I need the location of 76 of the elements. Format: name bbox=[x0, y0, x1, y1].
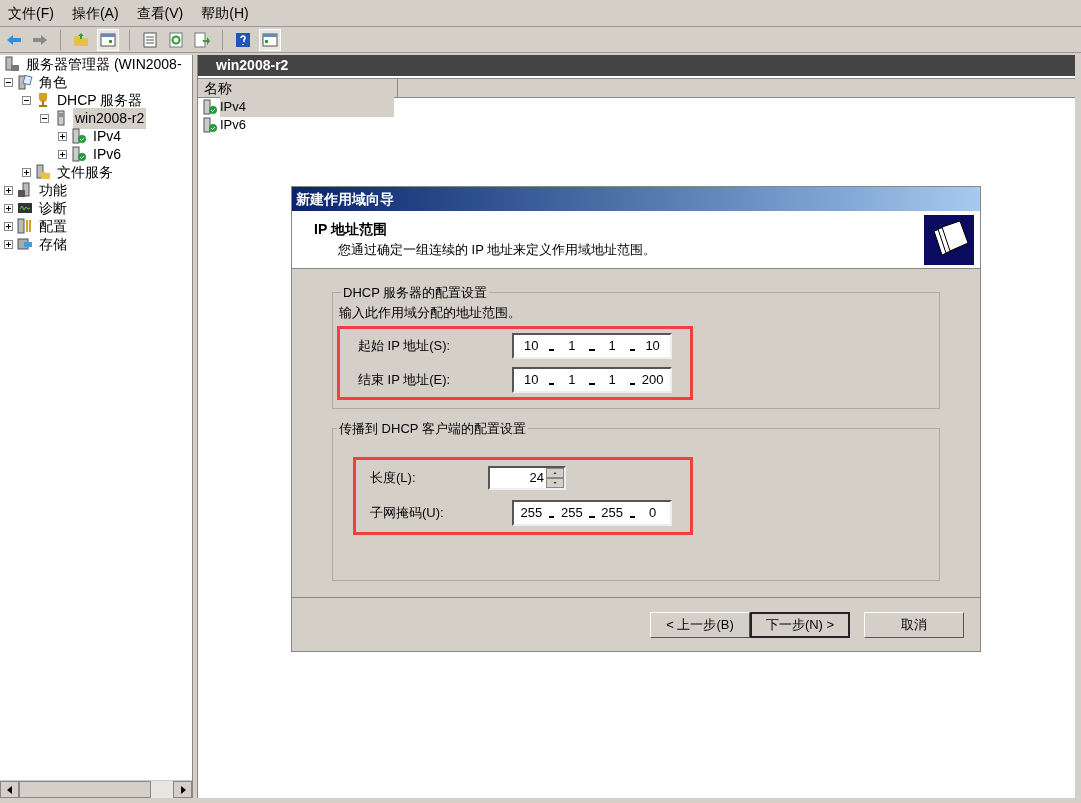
storage-drive-icon bbox=[17, 236, 33, 252]
menu-item[interactable]: 操作(A) bbox=[71, 2, 119, 24]
ip-octet[interactable]: 0 bbox=[639, 502, 666, 523]
expand-icon[interactable] bbox=[4, 203, 13, 213]
server-tools-icon bbox=[17, 218, 33, 234]
page-heading: IP 地址范围 bbox=[314, 220, 388, 240]
expand-icon[interactable] bbox=[4, 185, 13, 195]
expand-icon[interactable] bbox=[58, 149, 67, 159]
ip-octet[interactable]: 1 bbox=[558, 370, 586, 390]
field-label: 结束 IP 地址(E): bbox=[358, 371, 451, 390]
page-description: 您通过确定一组连续的 IP 地址来定义作用域地址范围。 bbox=[337, 241, 657, 260]
toolbar-separator bbox=[222, 29, 223, 50]
ip-octet[interactable]: 10 bbox=[518, 336, 545, 356]
collapse-icon[interactable] bbox=[22, 95, 31, 105]
toolbar-separator bbox=[129, 29, 130, 50]
wizard-button[interactable]: < 上一步(B) bbox=[650, 611, 750, 638]
folders-icon bbox=[924, 214, 974, 265]
wizard-button[interactable]: 取消 bbox=[864, 611, 964, 638]
expand-icon[interactable] bbox=[22, 167, 31, 177]
dot-separator-icon bbox=[548, 515, 555, 518]
dot-separator-icon bbox=[589, 383, 595, 385]
length-spin-box[interactable]: 24 bbox=[488, 465, 566, 490]
list-item[interactable]: IPv6 bbox=[220, 115, 394, 135]
monitor-icon bbox=[17, 200, 33, 216]
ip-octet[interactable]: 255 bbox=[518, 502, 545, 523]
dialog-title-bar: 新建作用域向导 bbox=[292, 187, 980, 211]
scroll-right-icon[interactable] bbox=[179, 785, 186, 794]
dot-separator-icon bbox=[629, 349, 636, 351]
group-instruction: 输入此作用域分配的地址范围。 bbox=[338, 303, 522, 322]
ip-address-field[interactable]: 10 1 1 200 bbox=[512, 367, 672, 393]
scrollbar-thumb[interactable] bbox=[19, 781, 151, 798]
dot-separator-icon bbox=[589, 349, 595, 351]
list-item[interactable]: IPv4 bbox=[220, 97, 394, 117]
server-check-icon bbox=[202, 117, 218, 133]
wizard-button[interactable]: 下一步(N) > bbox=[750, 611, 850, 638]
ip-octet[interactable]: 1 bbox=[598, 370, 626, 390]
server-folder-icon bbox=[35, 164, 51, 180]
horizontal-scrollbar[interactable] bbox=[0, 780, 192, 798]
collapse-icon[interactable] bbox=[40, 113, 49, 123]
expand-icon[interactable] bbox=[4, 221, 13, 231]
dot-separator-icon bbox=[629, 383, 636, 385]
group-legend: DHCP 服务器的配置设置 bbox=[341, 283, 490, 303]
ip-octet[interactable]: 255 bbox=[598, 502, 626, 523]
server-check-icon bbox=[71, 128, 87, 144]
collapse-icon[interactable] bbox=[4, 77, 13, 87]
expand-icon[interactable] bbox=[4, 239, 13, 249]
ip-octet[interactable]: 1 bbox=[598, 336, 626, 356]
menu-item[interactable]: 帮助(H) bbox=[201, 2, 249, 24]
dot-separator-icon bbox=[589, 515, 595, 518]
ip-address-field[interactable]: 10 1 1 10 bbox=[512, 333, 672, 359]
ip-octet[interactable]: 255 bbox=[558, 502, 586, 523]
dot-separator-icon bbox=[548, 349, 555, 351]
ip-octet[interactable]: 10 bbox=[518, 370, 545, 390]
group-legend: 传播到 DHCP 客户端的配置设置 bbox=[337, 419, 528, 439]
dot-separator-icon bbox=[629, 515, 636, 518]
ip-octet[interactable]: 10 bbox=[639, 336, 666, 356]
server-toolbox-icon bbox=[4, 56, 20, 72]
toolbar-separator bbox=[60, 29, 61, 50]
field-label: 起始 IP 地址(S): bbox=[358, 337, 451, 356]
expand-icon[interactable] bbox=[58, 131, 67, 141]
field-label: 长度(L): bbox=[370, 468, 417, 487]
tree-item[interactable]: win2008-r2 bbox=[73, 107, 147, 129]
field-label: 子网掩码(U): bbox=[370, 503, 445, 522]
menu-item[interactable]: 文件(F) bbox=[8, 2, 54, 24]
dot-separator-icon bbox=[548, 383, 555, 385]
ip-address-field[interactable]: 255 255 255 0 bbox=[512, 499, 672, 526]
ip-octet[interactable]: 1 bbox=[558, 336, 586, 356]
pane-title-bar: win2008-r2 bbox=[198, 55, 1075, 76]
spin-up-icon[interactable] bbox=[546, 467, 564, 478]
server-documents-icon bbox=[17, 74, 33, 90]
server-check-icon bbox=[71, 146, 87, 162]
ip-octet[interactable]: 200 bbox=[639, 370, 666, 390]
server-disk-icon bbox=[17, 182, 33, 198]
menu-item[interactable]: 查看(V) bbox=[136, 2, 184, 24]
spin-down-icon[interactable] bbox=[546, 477, 564, 488]
scroll-left-icon[interactable] bbox=[6, 785, 13, 794]
